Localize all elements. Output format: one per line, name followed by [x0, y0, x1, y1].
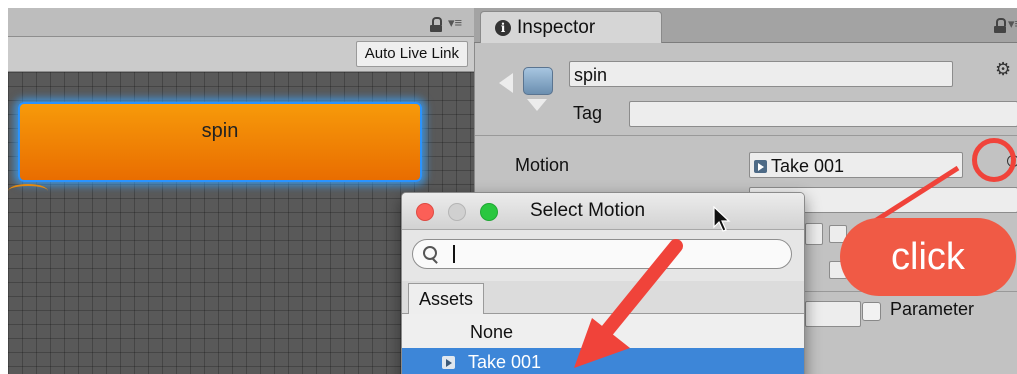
- click-callout: click: [840, 218, 1016, 296]
- arrow-shaft: [599, 239, 683, 339]
- annotation-arrows: [574, 165, 960, 368]
- unity-editor: ▾≡ Auto Live Link spin i Inspector ▾≡ sp…: [8, 8, 1017, 374]
- arrow-head: [574, 318, 630, 368]
- highlight-circle: [972, 138, 1016, 182]
- screenshot-frame: ▾≡ Auto Live Link spin i Inspector ▾≡ sp…: [0, 0, 1017, 374]
- callout-text: click: [891, 236, 965, 278]
